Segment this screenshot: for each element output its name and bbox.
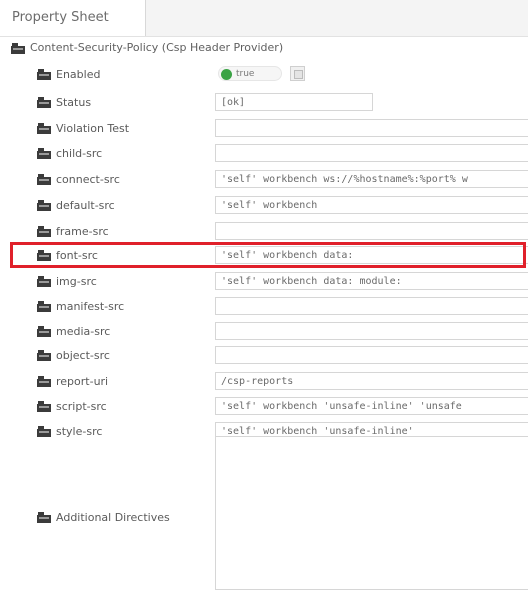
property-label: Additional Directives xyxy=(56,511,170,524)
property-slot-icon xyxy=(37,401,51,412)
media-src-field[interactable] xyxy=(215,322,528,340)
property-row-additional-directives: Additional Directives xyxy=(0,436,528,590)
img-src-field[interactable]: 'self' workbench data: module: xyxy=(215,272,528,290)
tab-label: Property Sheet xyxy=(12,10,109,25)
tab-strip: Property Sheet xyxy=(0,0,528,37)
report-uri-field[interactable]: /csp-reports xyxy=(215,372,528,390)
connect-src-field[interactable]: 'self' workbench ws://%hostname%:%port% … xyxy=(215,170,528,188)
property-row-frame-src: frame-src xyxy=(0,221,528,241)
status-value: [ok] xyxy=(215,93,373,111)
property-label: script-src xyxy=(56,400,107,413)
property-row-report-uri: report-uri /csp-reports xyxy=(0,371,528,391)
section-label: Content-Security-Policy (Csp Header Prov… xyxy=(30,41,284,54)
property-folder-icon xyxy=(11,43,25,54)
additional-directives-textarea[interactable] xyxy=(215,436,528,590)
child-src-field[interactable] xyxy=(215,144,528,162)
property-row-font-src: font-src 'self' workbench data: xyxy=(0,245,528,265)
reset-button[interactable] xyxy=(290,66,305,81)
property-slot-icon xyxy=(37,326,51,337)
toggle-value: true xyxy=(236,69,255,79)
property-slot-icon xyxy=(37,200,51,211)
property-row-enabled: Enabled true xyxy=(0,64,528,84)
property-row-child-src: child-src xyxy=(0,143,528,163)
font-src-field[interactable]: 'self' workbench data: xyxy=(215,246,528,264)
property-slot-icon xyxy=(37,226,51,237)
property-slot-icon xyxy=(37,123,51,134)
property-row-object-src: object-src xyxy=(0,345,528,365)
property-label: Enabled xyxy=(56,68,101,81)
property-label: object-src xyxy=(56,349,110,362)
object-src-field[interactable] xyxy=(215,346,528,364)
manifest-src-field[interactable] xyxy=(215,297,528,315)
property-slot-icon xyxy=(37,350,51,361)
property-row-default-src: default-src 'self' workbench xyxy=(0,195,528,215)
property-slot-icon xyxy=(37,148,51,159)
property-label: frame-src xyxy=(56,225,109,238)
property-label: Status xyxy=(56,96,92,109)
property-label: img-src xyxy=(56,275,97,288)
property-sheet-window: Property Sheet Content-Security-Policy (… xyxy=(0,0,528,590)
toggle-knob xyxy=(221,69,232,80)
enabled-toggle[interactable]: true xyxy=(218,66,282,81)
property-row-img-src: img-src 'self' workbench data: module: xyxy=(0,271,528,291)
property-row-manifest-src: manifest-src xyxy=(0,296,528,316)
property-label: Violation Test xyxy=(56,122,130,135)
property-slot-icon xyxy=(37,512,51,523)
property-label: report-uri xyxy=(56,375,109,388)
property-label: default-src xyxy=(56,199,115,212)
property-slot-icon xyxy=(37,174,51,185)
default-src-field[interactable]: 'self' workbench xyxy=(215,196,528,214)
tab-property-sheet[interactable]: Property Sheet xyxy=(0,0,146,36)
property-row-violation-test: Violation Test xyxy=(0,118,528,138)
property-row-connect-src: connect-src 'self' workbench ws://%hostn… xyxy=(0,169,528,189)
property-row-status: Status [ok] xyxy=(0,92,528,112)
section-header[interactable]: Content-Security-Policy (Csp Header Prov… xyxy=(0,37,528,59)
violation-test-field[interactable] xyxy=(215,119,528,137)
property-slot-icon xyxy=(37,301,51,312)
property-row-script-src: script-src 'self' workbench 'unsafe-inli… xyxy=(0,396,528,416)
property-label: child-src xyxy=(56,147,103,160)
script-src-field[interactable]: 'self' workbench 'unsafe-inline' 'unsafe xyxy=(215,397,528,415)
property-slot-icon xyxy=(37,426,51,437)
property-label: connect-src xyxy=(56,173,120,186)
property-slot-icon xyxy=(37,97,51,108)
property-label: media-src xyxy=(56,325,111,338)
property-row-media-src: media-src xyxy=(0,321,528,341)
frame-src-field[interactable] xyxy=(215,222,528,240)
property-slot-icon xyxy=(37,276,51,287)
property-label: font-src xyxy=(56,249,98,262)
property-slot-icon xyxy=(37,250,51,261)
property-slot-icon xyxy=(37,376,51,387)
property-slot-icon xyxy=(37,69,51,80)
property-label: manifest-src xyxy=(56,300,125,313)
